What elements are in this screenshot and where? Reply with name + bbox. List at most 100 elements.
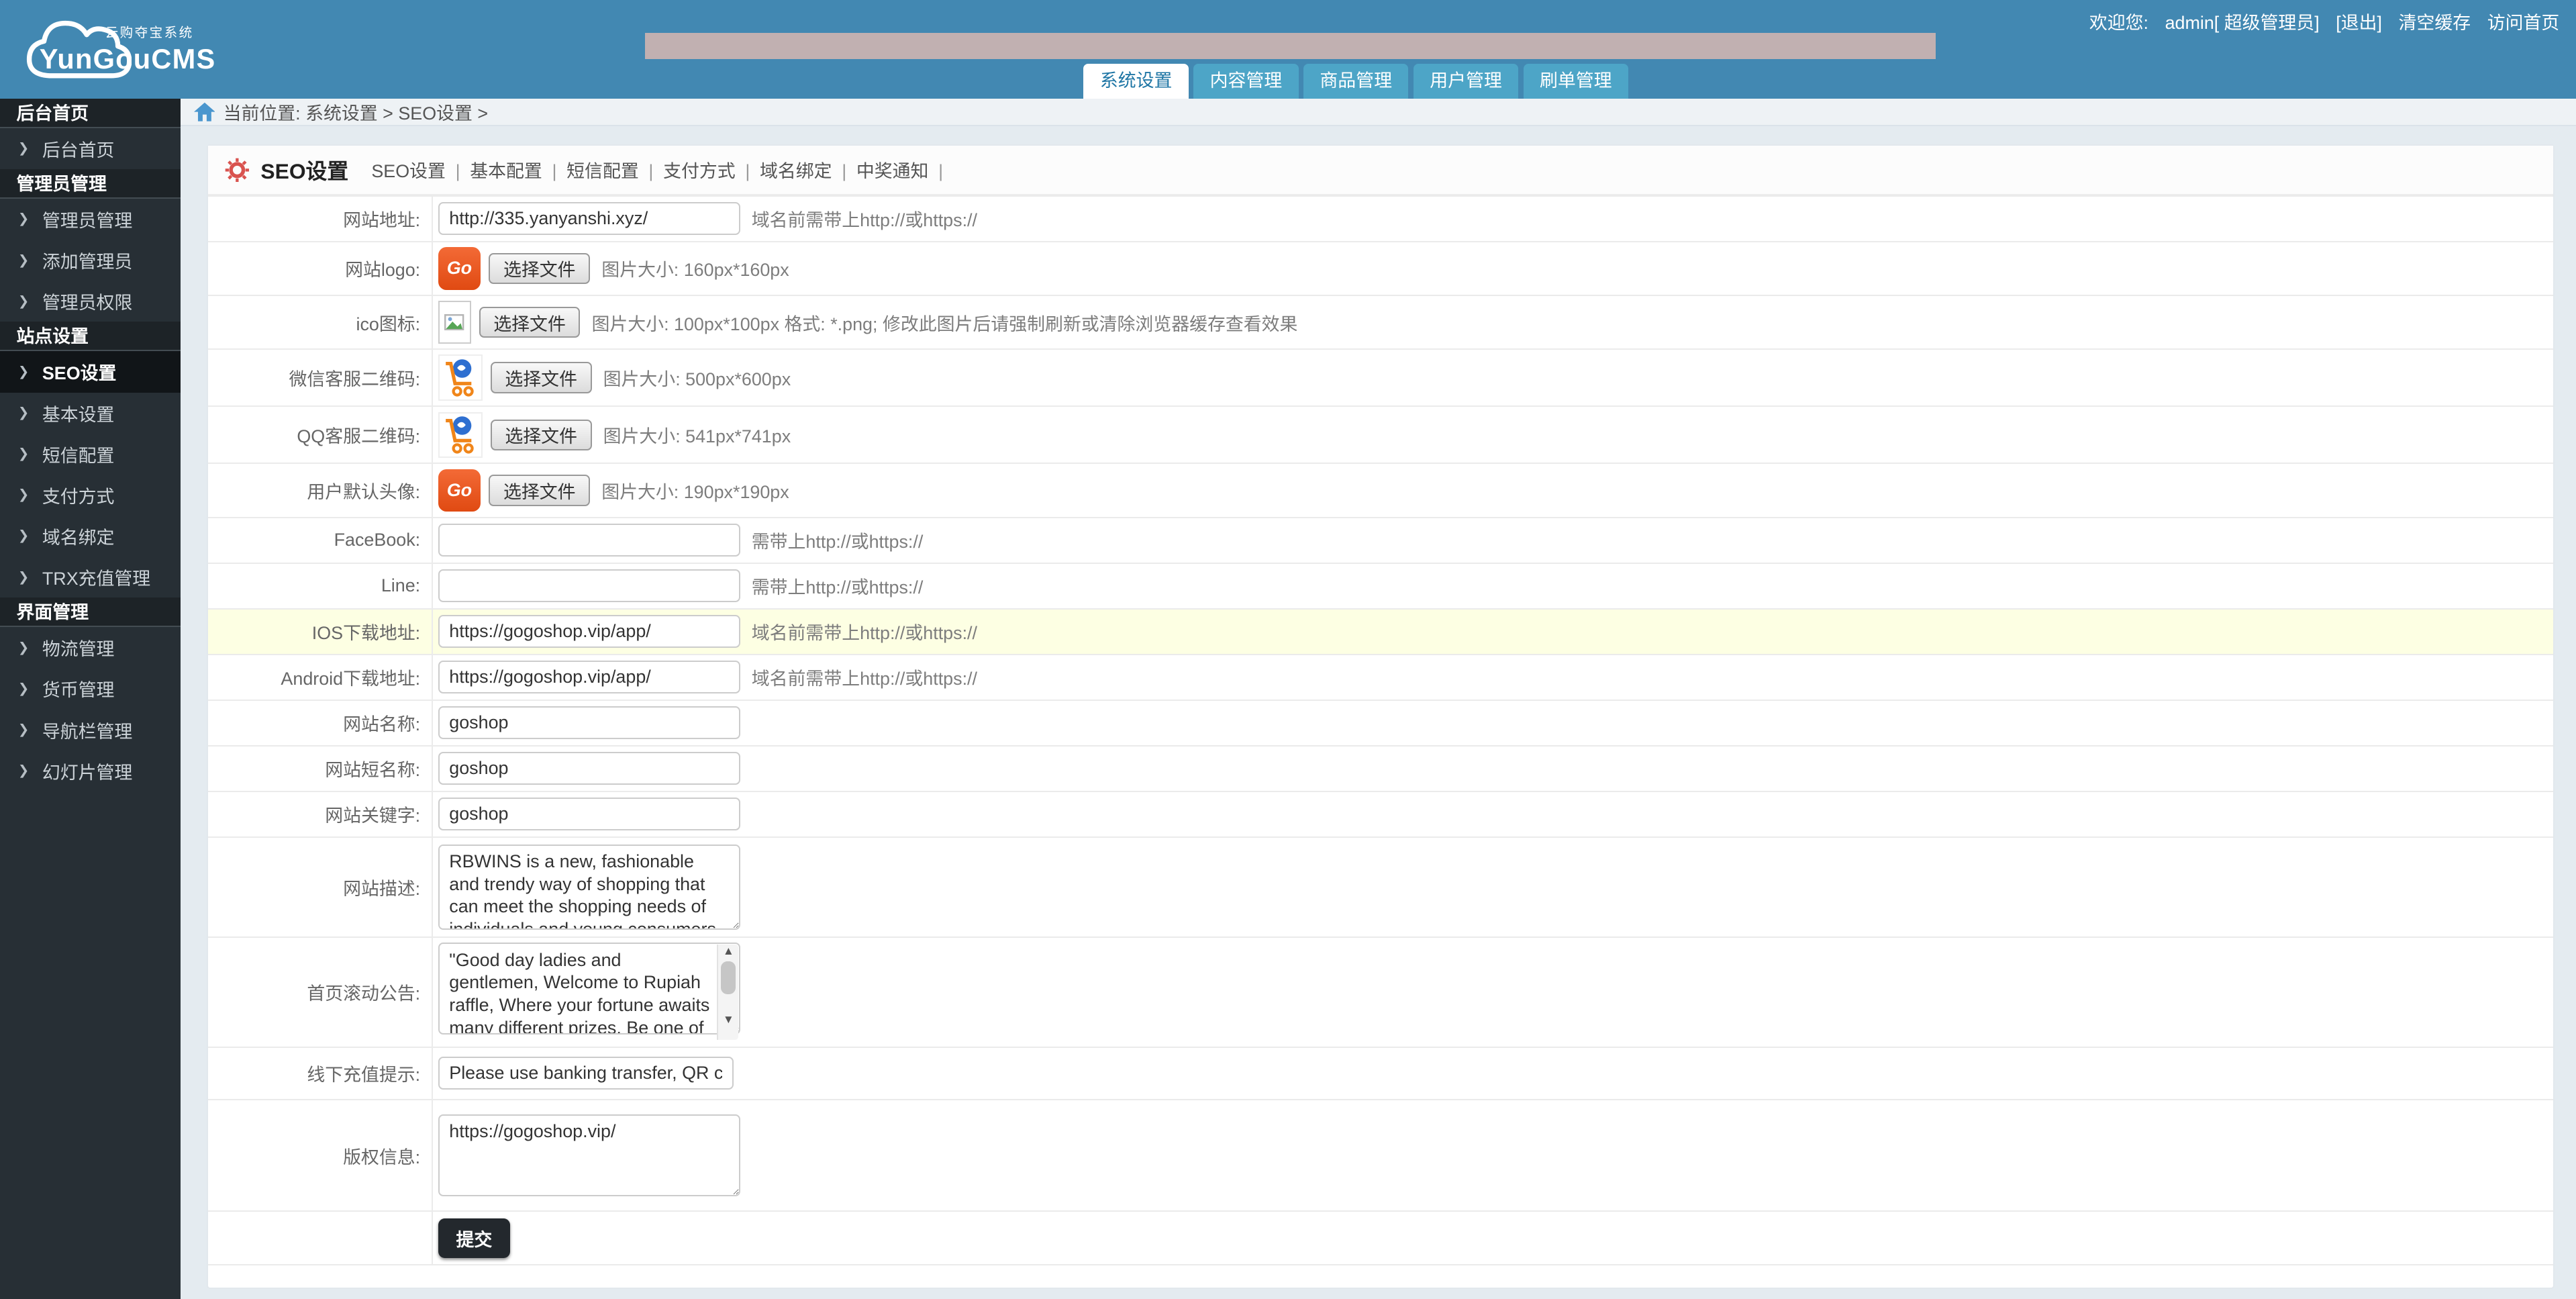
form-row-qq-qr: QQ客服二维码: 选择文件 图片大小: 541px*741px [208,407,2553,465]
sidebar-item-label: SEO设置 [42,363,117,384]
sidebar-item-label: TRX充值管理 [42,569,151,589]
nav-tab-goods[interactable]: 商品管理 [1303,64,1409,99]
qq-qr-thumbnail [438,412,483,459]
logo-title: YunGouCMS [39,42,216,75]
panel-tab-winning[interactable]: 中奖通知 [856,156,953,183]
sidebar-item-navbar[interactable]: ❯ 导航栏管理 [0,710,181,751]
android-url-input[interactable] [438,661,740,694]
scroll-up-icon[interactable]: ▲ [723,945,734,958]
field-hint: 图片大小: 500px*600px [603,369,791,390]
sidebar-item-label: 域名绑定 [42,527,115,548]
site-url-input[interactable] [438,202,740,236]
scrollbar[interactable]: ▲ ▼ [717,944,739,1040]
form-row-wechat-qr: 微信客服二维码: 选择文件 图片大小: 500px*600px [208,350,2553,407]
sidebar-item-basic[interactable]: ❯ 基本设置 [0,393,181,434]
sidebar-item-seo[interactable]: ❯ SEO设置 [0,351,181,393]
field-label: Line: [208,563,434,608]
chevron-right-icon: ❯ [17,293,30,309]
field-label: 网站logo: [208,242,434,295]
logout-link[interactable]: [退出] [2336,13,2382,33]
sidebar-section-home: 后台首页 [0,98,181,128]
site-description-textarea[interactable]: RBWINS is a new, fashionable and trendy … [438,844,740,930]
clear-cache-link[interactable]: 清空缓存 [2399,13,2471,33]
nav-tab-content[interactable]: 内容管理 [1193,64,1299,99]
sidebar-item-label: 添加管理员 [42,252,133,273]
panel-tab-basic[interactable]: 基本配置 [470,156,566,183]
sidebar-item-label: 后台首页 [42,140,115,160]
site-name-input[interactable] [438,706,740,740]
nav-tab-orders[interactable]: 刷单管理 [1523,64,1629,99]
panel-tab-domain[interactable]: 域名绑定 [760,156,856,183]
chevron-right-icon: ❯ [17,763,30,779]
panel-tab-seo[interactable]: SEO设置 [371,156,470,183]
facebook-input[interactable] [438,524,740,557]
field-hint: 图片大小: 190px*190px [601,482,789,503]
visit-home-link[interactable]: 访问首页 [2487,13,2560,33]
site-short-name-input[interactable] [438,752,740,785]
chevron-right-icon: ❯ [17,141,30,156]
home-notice-textarea[interactable]: "Good day ladies and gentlemen, Welcome … [438,943,740,1035]
chevron-right-icon: ❯ [17,487,30,503]
form-row-site-keywords: 网站关键字: [208,791,2553,838]
choose-file-button[interactable]: 选择文件 [490,419,592,451]
choose-file-button[interactable]: 选择文件 [489,252,591,284]
field-label: 网站描述: [208,837,434,937]
logo-subtitle: 云购夺宝系统 [105,25,194,40]
field-hint: 图片大小: 541px*741px [603,426,791,447]
nav-tab-users[interactable]: 用户管理 [1413,64,1519,99]
scroll-down-icon[interactable]: ▼ [723,1013,734,1026]
panel-header: SEO设置 SEO设置 基本配置 短信配置 支付方式 域名绑定 中奖通知 [208,146,2553,195]
form-row-site-short-name: 网站短名称: [208,746,2553,792]
scroll-thumb[interactable] [721,961,736,994]
content-area: 当前位置: 系统设置 > SEO设置 > SEO设置 SEO设置 | 基本配置 … [181,98,2576,1299]
sidebar-item-trx[interactable]: ❯ TRX充值管理 [0,557,181,597]
chevron-right-icon: ❯ [17,569,30,585]
field-label: ico图标: [208,295,434,349]
sidebar-item-domain[interactable]: ❯ 域名绑定 [0,516,181,557]
choose-file-button[interactable]: 选择文件 [490,362,592,393]
ios-url-input[interactable] [438,615,740,648]
site-keywords-input[interactable] [438,798,740,831]
nav-tab-system[interactable]: 系统设置 [1083,64,1189,99]
panel-tab-sms[interactable]: 短信配置 [566,156,663,183]
panel-tab-payment[interactable]: 支付方式 [663,156,760,183]
line-input[interactable] [438,569,740,603]
sidebar-item-sms[interactable]: ❯ 短信配置 [0,434,181,475]
home-icon [193,102,215,122]
sidebar-item-payment[interactable]: ❯ 支付方式 [0,475,181,516]
sidebar-item-admin-add[interactable]: ❯ 添加管理员 [0,240,181,281]
broken-image-icon [438,301,471,344]
sidebar-section-ui: 界面管理 [0,597,181,628]
choose-file-button[interactable]: 选择文件 [479,306,581,338]
sidebar-item-label: 支付方式 [42,486,115,507]
sidebar-item-admin-manage[interactable]: ❯ 管理员管理 [0,199,181,240]
chevron-right-icon: ❯ [17,446,30,462]
field-hint: 域名前需带上http://或https:// [751,623,977,644]
sidebar: 后台首页 ❯ 后台首页 管理员管理 ❯ 管理员管理 ❯ 添加管理员 ❯ 管理员权… [0,98,181,1299]
welcome-label: 欢迎您: [2089,13,2148,34]
field-label: 版权信息: [208,1100,434,1211]
form-row-site-logo: 网站logo: Go 选择文件 图片大小: 160px*160px [208,242,2553,296]
sidebar-item-currency[interactable]: ❯ 货币管理 [0,668,181,709]
form-row-default-avatar: 用户默认头像: Go 选择文件 图片大小: 190px*190px [208,464,2553,518]
gear-icon [225,158,249,182]
field-label: QQ客服二维码: [208,407,434,463]
sidebar-item-logistics[interactable]: ❯ 物流管理 [0,627,181,668]
form-row-site-name: 网站名称: [208,700,2553,747]
field-label: IOS下载地址: [208,609,434,654]
choose-file-button[interactable]: 选择文件 [489,475,591,506]
copyright-textarea[interactable]: https://gogoshop.vip/ [438,1114,740,1197]
submit-button[interactable]: 提交 [438,1218,511,1258]
field-hint: 域名前需带上http://或https:// [751,669,977,689]
sidebar-item-home[interactable]: ❯ 后台首页 [0,128,181,169]
panel-tabs: SEO设置 基本配置 短信配置 支付方式 域名绑定 中奖通知 [371,156,952,183]
sidebar-item-admin-perms[interactable]: ❯ 管理员权限 [0,281,181,322]
sidebar-item-slides[interactable]: ❯ 幻灯片管理 [0,751,181,791]
main-nav: 系统设置 内容管理 商品管理 用户管理 刷单管理 [1083,64,1633,99]
app-logo[interactable]: 云购夺宝系统 YunGouCMS [16,7,215,92]
field-label: 网站关键字: [208,791,434,836]
field-label: 用户默认头像: [208,464,434,517]
form-row-android-url: Android下载地址: 域名前需带上http://或https:// [208,655,2553,701]
chevron-right-icon: ❯ [17,640,30,655]
offline-recharge-input[interactable] [438,1057,734,1090]
